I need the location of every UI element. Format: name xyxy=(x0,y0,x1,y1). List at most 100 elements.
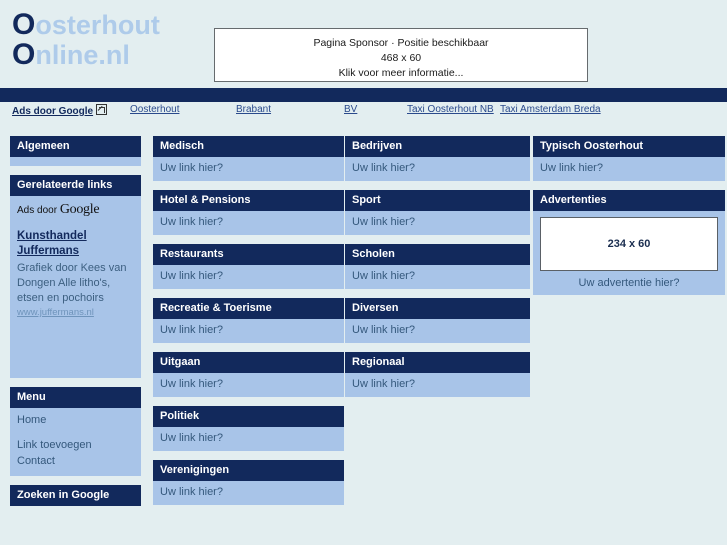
category-heading: Medisch xyxy=(153,136,344,157)
category-heading: Recreatie & Toerisme xyxy=(153,298,344,319)
site-logo[interactable]: Oosterhout Online.nl xyxy=(12,8,160,71)
category-sport: Sport Uw link hier? xyxy=(345,190,530,235)
sidebar-panel-menu: Menu Home Link toevoegen Contact xyxy=(10,387,141,476)
sidebar-ads-by-google-label: Ads door Google xyxy=(17,202,134,218)
category-link[interactable]: Uw link hier? xyxy=(352,162,523,175)
category-column-1: Medisch Uw link hier? Hotel & Pensions U… xyxy=(153,136,344,514)
category-regionaal: Regionaal Uw link hier? xyxy=(345,352,530,397)
sidebar-panel-algemeen: Algemeen xyxy=(10,136,141,166)
sidebar-ad-title-line-2: Juffermans xyxy=(17,245,79,257)
category-link[interactable]: Uw link hier? xyxy=(540,162,718,175)
category-link[interactable]: Uw link hier? xyxy=(352,378,523,391)
category-link[interactable]: Uw link hier? xyxy=(160,270,337,283)
left-sidebar: Algemeen Gerelateerde links Ads door Goo… xyxy=(10,136,141,515)
category-link[interactable]: Uw link hier? xyxy=(160,324,337,337)
category-politiek: Politiek Uw link hier? xyxy=(153,406,344,451)
logo-cap-2: O xyxy=(12,38,36,71)
category-body: Uw link hier? xyxy=(153,373,344,397)
sponsor-banner[interactable]: Pagina Sponsor · Positie beschikbaar 468… xyxy=(214,28,588,82)
sidebar-heading-menu: Menu xyxy=(10,387,141,408)
sidebar-menu-gap xyxy=(17,428,134,437)
category-bedrijven: Bedrijven Uw link hier? xyxy=(345,136,530,181)
category-diversen: Diversen Uw link hier? xyxy=(345,298,530,343)
category-link[interactable]: Uw link hier? xyxy=(352,324,523,337)
sidebar-body-algemeen xyxy=(10,157,141,166)
ad-link-bv[interactable]: BV xyxy=(344,104,357,115)
category-link[interactable]: Uw link hier? xyxy=(160,432,337,445)
category-column-3: Typisch Oosterhout Uw link hier? Adverte… xyxy=(533,136,725,304)
category-uitgaan: Uitgaan Uw link hier? xyxy=(153,352,344,397)
sidebar-menu-body: Home Link toevoegen Contact xyxy=(10,408,141,476)
ad-link-oosterhout[interactable]: Oosterhout xyxy=(130,104,179,115)
category-link[interactable]: Uw link hier? xyxy=(160,162,337,175)
category-typisch-oosterhout: Typisch Oosterhout Uw link hier? xyxy=(533,136,725,181)
category-heading: Diversen xyxy=(345,298,530,319)
category-heading: Typisch Oosterhout xyxy=(533,136,725,157)
category-scholen: Scholen Uw link hier? xyxy=(345,244,530,289)
ads-by-google-text: Ads door Google xyxy=(12,106,94,117)
sidebar-heading-zoeken-in-google: Zoeken in Google xyxy=(10,485,141,506)
category-link[interactable]: Uw link hier? xyxy=(352,270,523,283)
category-link[interactable]: Uw link hier? xyxy=(160,216,337,229)
category-body: Uw link hier? xyxy=(153,211,344,235)
advertenties-heading: Advertenties xyxy=(533,190,725,211)
category-column-2: Bedrijven Uw link hier? Sport Uw link hi… xyxy=(345,136,530,406)
sidebar-menu-item-contact[interactable]: Contact xyxy=(17,453,134,469)
category-heading: Restaurants xyxy=(153,244,344,265)
category-restaurants: Restaurants Uw link hier? xyxy=(153,244,344,289)
category-heading: Bedrijven xyxy=(345,136,530,157)
category-body: Uw link hier? xyxy=(345,265,530,289)
ads-by-google-label[interactable]: Ads door Google xyxy=(12,104,108,117)
category-heading: Regionaal xyxy=(345,352,530,373)
category-heading: Politiek xyxy=(153,406,344,427)
ad-banner-placeholder[interactable]: 234 x 60 xyxy=(540,217,718,271)
google-wordmark: Google xyxy=(59,202,100,217)
category-link[interactable]: Uw link hier? xyxy=(352,216,523,229)
sidebar-google-ad-block: Ads door Google Kunsthandel Juffermans G… xyxy=(10,196,141,378)
logo-cap-1: O xyxy=(12,8,36,41)
category-body: Uw link hier? xyxy=(345,373,530,397)
advertenties-body: 234 x 60 Uw advertentie hier? xyxy=(533,211,725,295)
category-body: Uw link hier? xyxy=(153,265,344,289)
sidebar-heading-gerelateerde-links: Gerelateerde links xyxy=(10,175,141,196)
ad-banner-caption[interactable]: Uw advertentie hier? xyxy=(540,277,718,289)
category-body: Uw link hier? xyxy=(153,481,344,505)
sidebar-menu-item-home[interactable]: Home xyxy=(17,412,134,428)
category-heading: Verenigingen xyxy=(153,460,344,481)
category-link[interactable]: Uw link hier? xyxy=(160,486,337,499)
ad-link-taxi-amsterdam-breda[interactable]: Taxi Amsterdam Breda xyxy=(500,104,601,115)
sidebar-menu-item-link-toevoegen[interactable]: Link toevoegen xyxy=(17,437,134,453)
category-heading: Sport xyxy=(345,190,530,211)
category-medisch: Medisch Uw link hier? xyxy=(153,136,344,181)
category-body: Uw link hier? xyxy=(533,157,725,181)
category-body: Uw link hier? xyxy=(153,157,344,181)
page-header: Oosterhout Online.nl Pagina Sponsor · Po… xyxy=(0,0,727,88)
ad-banner-size-label: 234 x 60 xyxy=(607,238,651,250)
category-body: Uw link hier? xyxy=(345,319,530,343)
ad-link-taxi-oosterhout-nb[interactable]: Taxi Oosterhout NB xyxy=(407,104,494,115)
category-verenigingen: Verenigingen Uw link hier? xyxy=(153,460,344,505)
google-ads-row: Ads door Google Oosterhout Brabant BV Ta… xyxy=(0,104,727,120)
category-link[interactable]: Uw link hier? xyxy=(160,378,337,391)
sidebar-panel-gerelateerde-links: Gerelateerde links Ads door Google Kunst… xyxy=(10,175,141,378)
category-hotel-pensions: Hotel & Pensions Uw link hier? xyxy=(153,190,344,235)
category-recreatie-toerisme: Recreatie & Toerisme Uw link hier? xyxy=(153,298,344,343)
sidebar-ad-title[interactable]: Kunsthandel Juffermans xyxy=(17,229,134,259)
category-heading: Uitgaan xyxy=(153,352,344,373)
sponsor-line-3: Klik voor meer informatie... xyxy=(338,67,464,79)
category-heading: Hotel & Pensions xyxy=(153,190,344,211)
sidebar-panel-zoeken-in-google: Zoeken in Google xyxy=(10,485,141,506)
sidebar-ad-description: Grafiek door Kees van Dongen Alle litho'… xyxy=(17,262,127,304)
sidebar-heading-algemeen: Algemeen xyxy=(10,136,141,157)
category-body: Uw link hier? xyxy=(153,427,344,451)
sidebar-ad-title-line-1: Kunsthandel xyxy=(17,230,87,242)
sponsor-line-1: Pagina Sponsor · Positie beschikbaar xyxy=(313,37,489,49)
sidebar-ad-url[interactable]: www.juffermans.nl xyxy=(17,307,134,318)
ad-link-brabant[interactable]: Brabant xyxy=(236,104,271,115)
category-heading: Scholen xyxy=(345,244,530,265)
advertenties-panel: Advertenties 234 x 60 Uw advertentie hie… xyxy=(533,190,725,295)
logo-text-1: osterhout xyxy=(35,10,160,40)
category-body: Uw link hier? xyxy=(345,211,530,235)
category-body: Uw link hier? xyxy=(345,157,530,181)
category-body: Uw link hier? xyxy=(153,319,344,343)
